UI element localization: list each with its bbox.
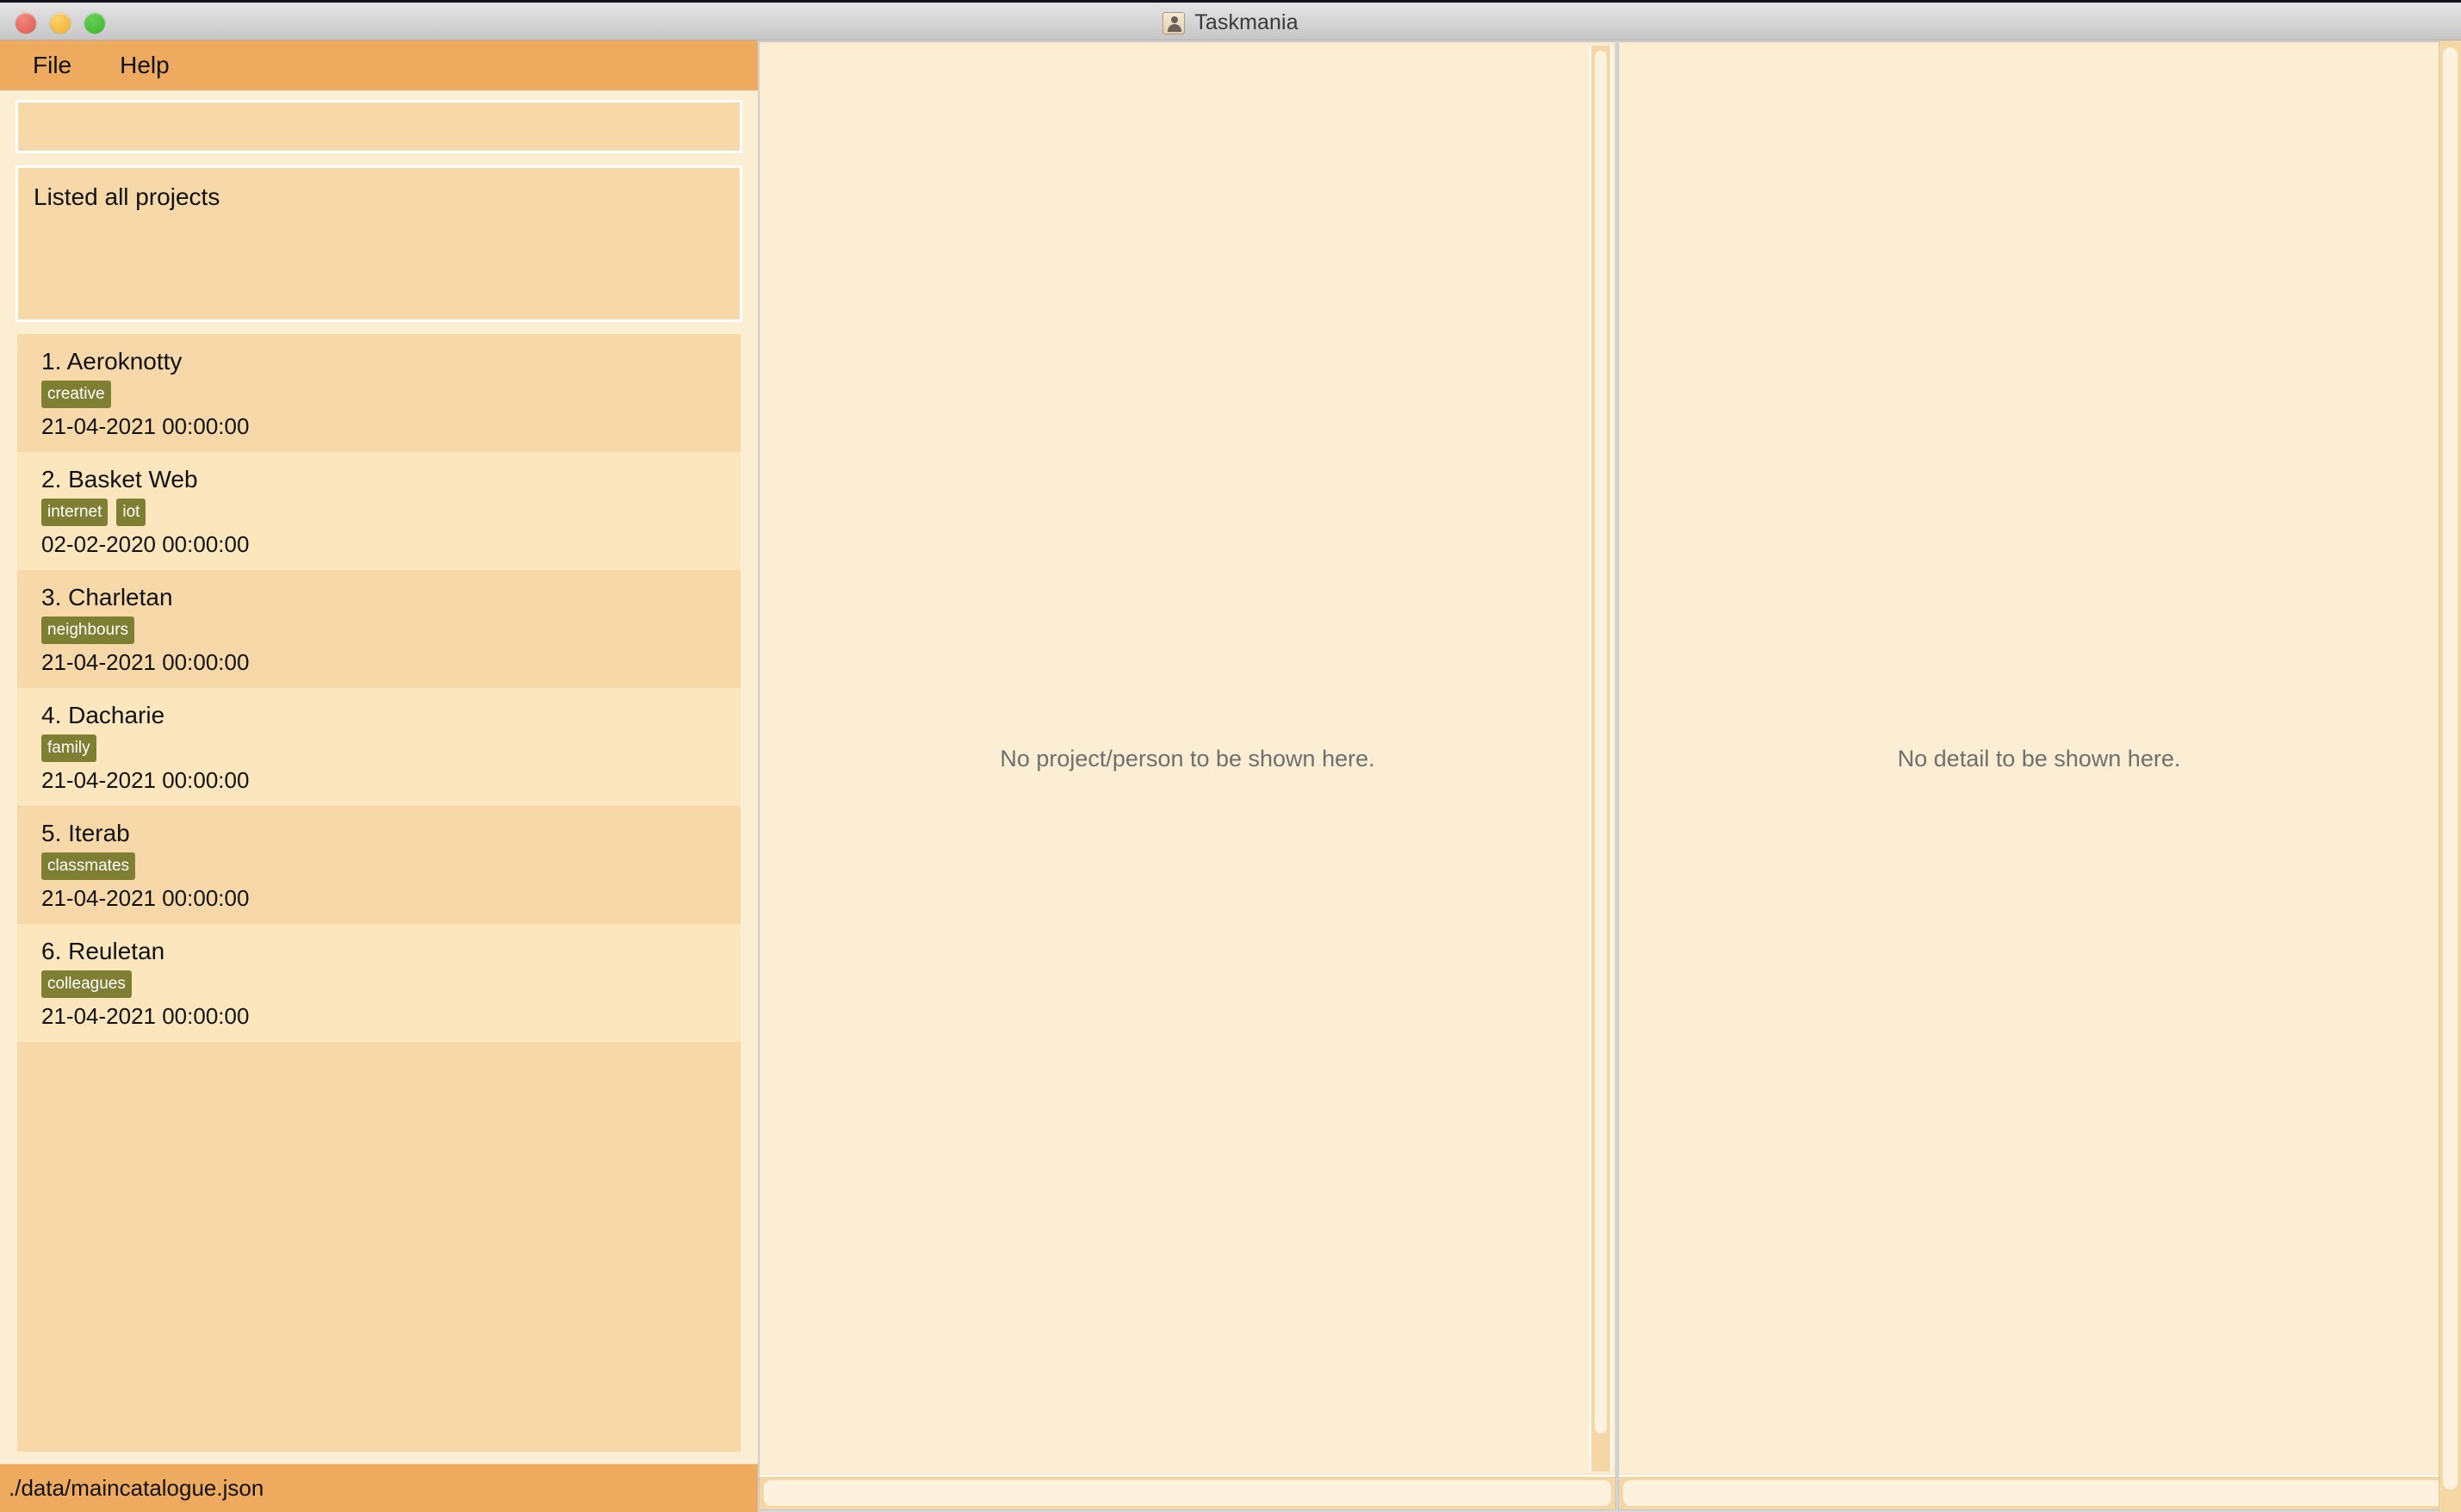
- project-person-horizontal-scrollbar[interactable]: [759, 1475, 1615, 1509]
- project-tag-row: family: [41, 734, 723, 762]
- app-window: Taskmania File Help Listed all projects …: [0, 0, 2461, 1512]
- detail-vertical-scroll-thumb[interactable]: [2443, 47, 2458, 1490]
- project-tag-row: neighbours: [41, 617, 723, 644]
- project-person-horizontal-scroll-thumb[interactable]: [764, 1480, 1611, 1506]
- project-list-item[interactable]: 1. Aeroknotty creative 21-04-2021 00:00:00: [17, 334, 741, 452]
- project-person-vertical-scrollbar[interactable]: [1590, 46, 1612, 1472]
- project-list[interactable]: 1. Aeroknotty creative 21-04-2021 00:00:00…: [15, 332, 742, 1453]
- close-button[interactable]: [15, 12, 36, 34]
- project-name: 5. Iterab: [41, 820, 130, 846]
- window-title: Taskmania: [1194, 10, 1299, 34]
- project-tag-row: creative: [41, 381, 723, 408]
- project-list-item[interactable]: 2. Basket Web internet iot 02-02-2020 00:00…: [17, 452, 741, 570]
- detail-placeholder: No detail to be shown here.: [1897, 745, 2181, 771]
- detail-horizontal-scrollbar[interactable]: [1619, 1475, 2459, 1509]
- project-date: 21-04-2021 00:00:00: [41, 413, 250, 439]
- minimize-button[interactable]: [50, 12, 71, 34]
- detail-panel-content: No detail to be shown here.: [1619, 42, 2459, 1475]
- title-bar: Taskmania: [0, 0, 2461, 40]
- project-person-panel: No project/person to be shown here.: [759, 41, 1616, 1510]
- project-tag: creative: [41, 381, 111, 408]
- project-tag: family: [41, 734, 96, 762]
- menu-item-help[interactable]: Help: [113, 49, 177, 82]
- search-container: [0, 90, 758, 162]
- project-date: 21-04-2021 00:00:00: [41, 1003, 250, 1029]
- project-list-item[interactable]: 3. Charletan neighbours 21-04-2021 00:00:0…: [17, 570, 741, 688]
- project-name: 4. Dacharie: [41, 702, 165, 728]
- title-center: Taskmania: [0, 3, 2461, 43]
- status-message: Listed all projects: [15, 165, 742, 322]
- sidebar: File Help Listed all projects 1. Aerokno…: [0, 40, 758, 1512]
- project-list-empty-area: [17, 1042, 741, 1452]
- project-date: 21-04-2021 00:00:00: [41, 649, 250, 675]
- project-name: 1. Aeroknotty: [41, 348, 183, 375]
- status-message-container: Listed all projects: [0, 162, 758, 332]
- search-input[interactable]: [15, 100, 742, 153]
- project-tag: colleagues: [41, 970, 132, 998]
- detail-vertical-scrollbar[interactable]: [2439, 40, 2461, 1512]
- menu-bar: File Help: [0, 40, 758, 90]
- project-list-item[interactable]: 6. Reuletan colleagues 21-04-2021 00:00:00: [17, 924, 741, 1042]
- project-name: 3. Charletan: [41, 584, 173, 610]
- project-list-item[interactable]: 5. Iterab classmates 21-04-2021 00:00:00: [17, 806, 741, 924]
- project-tag: classmates: [41, 852, 136, 880]
- project-tag-row: classmates: [41, 852, 723, 880]
- menu-item-file[interactable]: File: [26, 49, 78, 82]
- project-date: 02-02-2020 00:00:00: [41, 531, 250, 557]
- project-date: 21-04-2021 00:00:00: [41, 767, 250, 793]
- detail-panel: No detail to be shown here.: [1618, 41, 2460, 1510]
- project-tag: iot: [116, 499, 146, 526]
- project-person-placeholder: No project/person to be shown here.: [1000, 745, 1375, 771]
- project-name: 6. Reuletan: [41, 938, 165, 964]
- project-list-container: 1. Aeroknotty creative 21-04-2021 00:00:00…: [0, 332, 758, 1464]
- project-list-item[interactable]: 4. Dacharie family 21-04-2021 00:00:00: [17, 688, 741, 806]
- project-tag: neighbours: [41, 617, 135, 644]
- detail-horizontal-scroll-thumb[interactable]: [1623, 1480, 2455, 1506]
- project-tag: internet: [41, 499, 108, 526]
- person-icon: [1162, 11, 1186, 34]
- project-person-panel-content: No project/person to be shown here.: [759, 42, 1615, 1475]
- window-controls: [15, 3, 105, 43]
- panels-area: No project/person to be shown here. No d…: [758, 40, 2461, 1512]
- project-tag-row: colleagues: [41, 970, 723, 998]
- status-bar: ./data/maincatalogue.json: [0, 1464, 758, 1512]
- zoom-button[interactable]: [84, 12, 105, 34]
- project-date: 21-04-2021 00:00:00: [41, 885, 250, 911]
- sidebar-body: Listed all projects 1. Aeroknotty creativ…: [0, 90, 758, 1464]
- project-name: 2. Basket Web: [41, 466, 198, 493]
- project-person-vertical-scroll-thumb[interactable]: [1595, 51, 1607, 1435]
- project-tag-row: internet iot: [41, 499, 723, 526]
